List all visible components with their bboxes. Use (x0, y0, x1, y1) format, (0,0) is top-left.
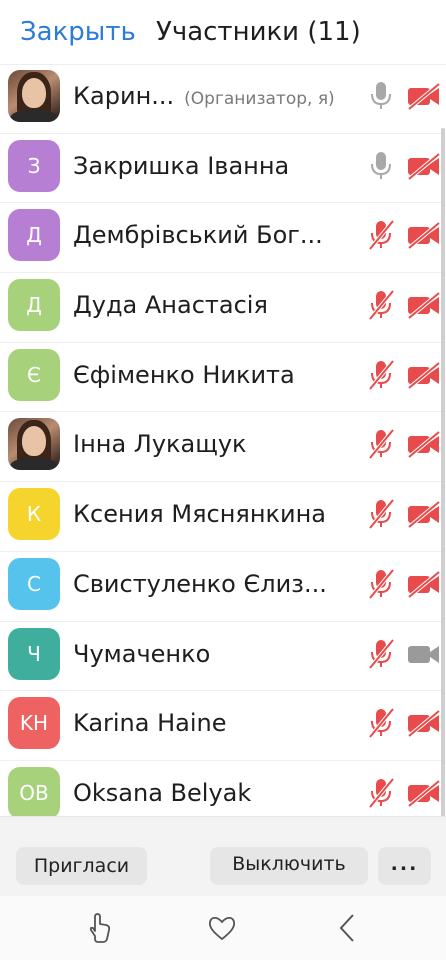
header-bar: Закрыть Участники (11) (0, 0, 446, 65)
participant-list: Карин... (Организатор, я) З Закришка Іванна… (0, 64, 446, 831)
camera-off-icon[interactable] (406, 500, 442, 529)
mic-muted-icon[interactable] (366, 428, 396, 460)
participant-name: Дуда Анастасія (73, 291, 268, 320)
mic-icon[interactable] (366, 150, 396, 182)
avatar (8, 70, 60, 122)
participant-name-group: Карин... (Организатор, я) (73, 80, 335, 112)
camera-off-icon[interactable] (406, 221, 442, 250)
camera-off-icon[interactable] (406, 152, 442, 181)
participant-row[interactable]: К Ксения Мяснянкина (0, 482, 446, 552)
participant-row[interactable]: Є Єфіменко Никита (0, 343, 446, 413)
mic-icon[interactable] (366, 80, 396, 112)
avatar: OB (8, 766, 60, 819)
camera-icon[interactable] (406, 640, 442, 668)
participant-row[interactable]: Д Дембрівський Бог... (0, 203, 446, 274)
mic-muted-icon[interactable] (366, 707, 396, 739)
participant-row[interactable]: С Свистуленко Єлиз... (0, 552, 446, 622)
participant-row[interactable]: KH Karina Haine (0, 691, 446, 761)
mic-muted-icon[interactable] (366, 359, 396, 391)
avatar (8, 418, 60, 471)
camera-off-icon[interactable] (406, 361, 442, 390)
system-nav-bar (0, 896, 446, 960)
close-button[interactable]: Закрыть (20, 14, 136, 50)
back-chevron-icon[interactable] (333, 912, 363, 944)
avatar: С (8, 557, 60, 610)
avatar: KH (8, 697, 60, 750)
mic-muted-icon[interactable] (366, 777, 396, 809)
more-button[interactable]: ... (378, 847, 431, 885)
participant-name: Карин... (73, 82, 175, 110)
avatar: З (8, 139, 60, 192)
mic-muted-icon[interactable] (366, 289, 396, 321)
page-title: Участники (11) (156, 17, 361, 47)
participant-role: (Организатор, я) (184, 89, 335, 109)
participant-name: Ксения Мяснянкина (73, 500, 327, 529)
participant-row[interactable]: Карин... (Организатор, я) (0, 64, 446, 134)
avatar: Д (8, 209, 60, 262)
avatar: Є (8, 348, 60, 401)
participant-name: Чумаченко (73, 639, 211, 668)
camera-off-icon[interactable] (406, 291, 442, 320)
avatar: К (8, 488, 60, 541)
camera-off-icon[interactable] (406, 779, 442, 808)
scrollbar[interactable] (441, 128, 445, 818)
avatar: Д (8, 279, 60, 332)
touch-icon[interactable] (84, 912, 114, 944)
participant-name: Інна Лукащук (73, 430, 247, 459)
camera-off-icon[interactable] (406, 82, 442, 111)
camera-off-icon[interactable] (406, 430, 442, 459)
participant-name: Karina Haine (73, 709, 227, 738)
heart-icon[interactable] (207, 912, 237, 944)
participant-name: Єфіменко Никита (73, 360, 295, 389)
mute-all-button[interactable]: Выключить (210, 847, 368, 885)
participant-name: Oksana Belyak (73, 778, 252, 807)
participant-row[interactable]: Д Дуда Анастасія (0, 273, 446, 343)
participant-name: Свистуленко Єлиз... (73, 569, 327, 598)
participant-row[interactable]: Інна Лукащук (0, 412, 446, 483)
mic-muted-icon[interactable] (366, 568, 396, 600)
participant-row[interactable]: Ч Чумаченко (0, 622, 446, 692)
avatar: Ч (8, 627, 60, 680)
participant-row[interactable]: З Закришка Іванна (0, 134, 446, 204)
invite-button[interactable]: Пригласи ть (16, 847, 147, 885)
action-bar: Пригласи ть Выключить ... (0, 816, 446, 897)
mic-muted-icon[interactable] (366, 498, 396, 530)
participant-name: Дембрівський Бог... (73, 221, 323, 250)
camera-off-icon[interactable] (406, 570, 442, 599)
mic-muted-icon[interactable] (366, 219, 396, 251)
camera-off-icon[interactable] (406, 709, 442, 738)
participant-name: Закришка Іванна (73, 151, 290, 180)
mic-muted-icon[interactable] (366, 638, 396, 670)
